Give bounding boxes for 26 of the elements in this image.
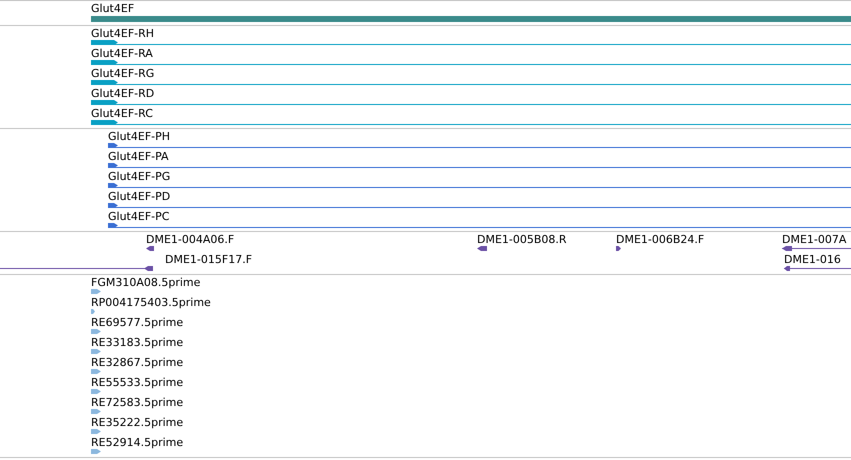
feature-label: DME1-005B08.R [477,233,567,246]
feature-label: Glut4EF-RD [91,87,154,100]
feature-label: Glut4EF [91,2,134,15]
feature-label: Glut4EF-PD [108,190,170,203]
feature-label: Glut4EF-PA [108,150,169,163]
feature-label: RE33183.5prime [91,336,184,349]
feature-label: DME1-006B24.F [616,233,704,246]
feature-label: FGM310A08.5prime [91,276,200,289]
feature-label: RE72583.5prime [91,396,184,409]
feature-label: Glut4EF-PC [108,210,170,223]
feature-label: DME1-016 [784,253,841,266]
feature-label: RP004175403.5prime [91,296,211,309]
feature-label: DME1-007A [782,233,846,246]
feature-label: RE52914.5prime [91,436,184,449]
feature-label: Glut4EF-RG [91,67,154,80]
feature-label: Glut4EF-RA [91,47,153,60]
feature-label: RE35222.5prime [91,416,184,429]
feature-label: DME1-004A06.F [146,233,234,246]
feature-label: DME1-015F17.F [165,253,252,266]
feature-label: RE32867.5prime [91,356,184,369]
feature-label: RE69577.5prime [91,316,184,329]
feature-label: Glut4EF-RC [91,107,153,120]
feature-label: Glut4EF-RH [91,27,154,40]
feature-label: Glut4EF-PG [108,170,170,183]
feature-label: Glut4EF-PH [108,130,170,143]
feature-label: RE55533.5prime [91,376,184,389]
